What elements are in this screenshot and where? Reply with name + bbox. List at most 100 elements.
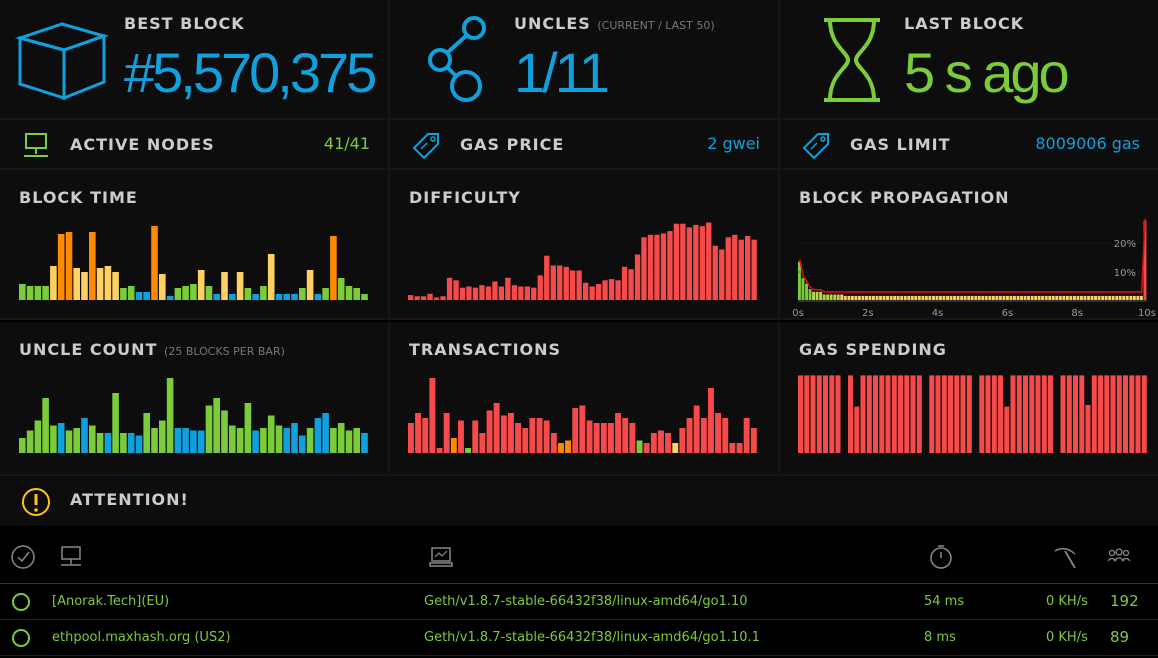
chart-bar: [550, 265, 556, 300]
chart-bar: [42, 286, 49, 300]
chart-bar: [96, 433, 104, 453]
chart-bar: [127, 286, 135, 300]
chart-bar: [928, 295, 932, 300]
chart-bar: [57, 234, 65, 300]
chart-bar: [26, 430, 34, 453]
chart-bar: [615, 280, 621, 300]
chart-bar: [151, 428, 158, 453]
chart-bar: [508, 413, 514, 453]
chart-bar: [615, 413, 621, 453]
chart-bar: [345, 286, 353, 300]
chart-bar: [120, 433, 127, 453]
last-block-panel: LAST BLOCK 5 s ago: [780, 0, 1158, 120]
chart-bar: [866, 375, 872, 453]
chart-bar: [524, 286, 530, 300]
chart-bar: [127, 433, 135, 453]
chart-bar: [680, 223, 686, 300]
chart-bar: [693, 224, 699, 300]
chart-bar: [511, 285, 517, 300]
chart-bar: [686, 418, 693, 453]
chart-bar: [1118, 295, 1122, 300]
chart-bar: [804, 375, 810, 453]
chart-bar: [197, 270, 205, 300]
chart-bar: [1141, 375, 1147, 453]
chart-bar: [946, 295, 949, 300]
chart-bar: [65, 430, 73, 453]
table-row[interactable]: [Anorak.Tech](EU) Geth/v1.8.7-stable-664…: [0, 584, 1158, 620]
chart-bar: [89, 425, 96, 453]
pickaxe-icon[interactable]: [1052, 544, 1078, 570]
chart-bar: [700, 418, 707, 453]
x-tick-label: 0s: [792, 308, 804, 319]
chart-bar: [330, 428, 337, 453]
chart-bar: [197, 430, 205, 453]
chart-bar: [602, 280, 608, 300]
gas-spending-panel: GAS SPENDING: [780, 322, 1158, 476]
chart-bar: [522, 428, 529, 453]
chart-bar: [801, 278, 805, 300]
chart-bar: [531, 287, 537, 300]
chart-bar: [314, 294, 322, 300]
node-name[interactable]: ethpool.maxhash.org (US2): [52, 630, 231, 645]
chart-bar: [252, 430, 259, 453]
chart-bar: [57, 423, 65, 453]
chart-bar: [505, 277, 511, 300]
chart-bar: [427, 293, 433, 300]
laptop-icon[interactable]: [428, 544, 454, 570]
chart-bar: [492, 281, 498, 300]
chart-bar: [745, 236, 751, 300]
chart-bar: [903, 295, 907, 300]
chart-bar: [1030, 295, 1034, 300]
chart-bar: [1060, 375, 1066, 453]
chart-bar: [436, 448, 443, 453]
check-circle-icon[interactable]: [10, 544, 36, 570]
chart-bar: [875, 295, 879, 300]
chart-bar: [283, 294, 290, 300]
chart-bar: [466, 286, 472, 300]
node-name[interactable]: [Anorak.Tech](EU): [52, 594, 169, 609]
chart-bar: [953, 295, 956, 300]
chart-bar: [921, 295, 925, 300]
chart-bar: [673, 223, 679, 300]
timer-icon[interactable]: [928, 544, 954, 570]
node-client: Geth/v1.8.7-stable-66432f38/linux-amd64/…: [424, 594, 748, 609]
chart-bar: [829, 294, 833, 300]
node-icon[interactable]: [58, 544, 84, 570]
chart-bar: [112, 272, 119, 300]
chart-bar: [1094, 295, 1097, 300]
chart-bar: [910, 295, 914, 300]
chart-bar: [596, 284, 602, 300]
chart-bar: [608, 279, 615, 300]
chart-bar: [299, 435, 306, 453]
uncles-panel: UNCLES (CURRENT / LAST 50) 1/11: [390, 0, 780, 120]
chart-bar: [816, 375, 822, 453]
table-row[interactable]: ethpool.maxhash.org (US2) Geth/v1.8.7-st…: [0, 620, 1158, 656]
chart-bar: [433, 297, 440, 300]
chart-bar: [751, 239, 757, 300]
chart-bar: [896, 295, 900, 300]
peers-icon[interactable]: [1106, 544, 1132, 570]
chart-bar: [1080, 295, 1083, 300]
uncles-label-text: UNCLES: [514, 14, 591, 33]
chart-bar: [1055, 295, 1059, 300]
chart-bar: [135, 292, 143, 300]
chart-bar: [429, 378, 436, 453]
chart-bar: [1048, 375, 1053, 453]
chart-bar: [486, 410, 493, 453]
chart-bar: [850, 295, 854, 300]
chart-bar: [1129, 295, 1133, 300]
chart-bar: [941, 375, 947, 453]
chart-bar: [306, 270, 314, 300]
uncles-icon: [428, 16, 486, 102]
chart-bar: [565, 440, 571, 453]
chart-bar: [1034, 295, 1038, 300]
chart-bar: [151, 226, 158, 300]
chart-bar: [174, 288, 182, 300]
node-client: Geth/v1.8.7-stable-66432f38/linux-amd64/…: [424, 630, 760, 645]
chart-bar: [267, 254, 275, 300]
node-latency: 8 ms: [924, 630, 956, 645]
chart-bar: [1085, 405, 1091, 453]
chart-bar: [572, 408, 579, 453]
chart-bar: [650, 433, 657, 453]
chart-bar: [453, 280, 459, 300]
